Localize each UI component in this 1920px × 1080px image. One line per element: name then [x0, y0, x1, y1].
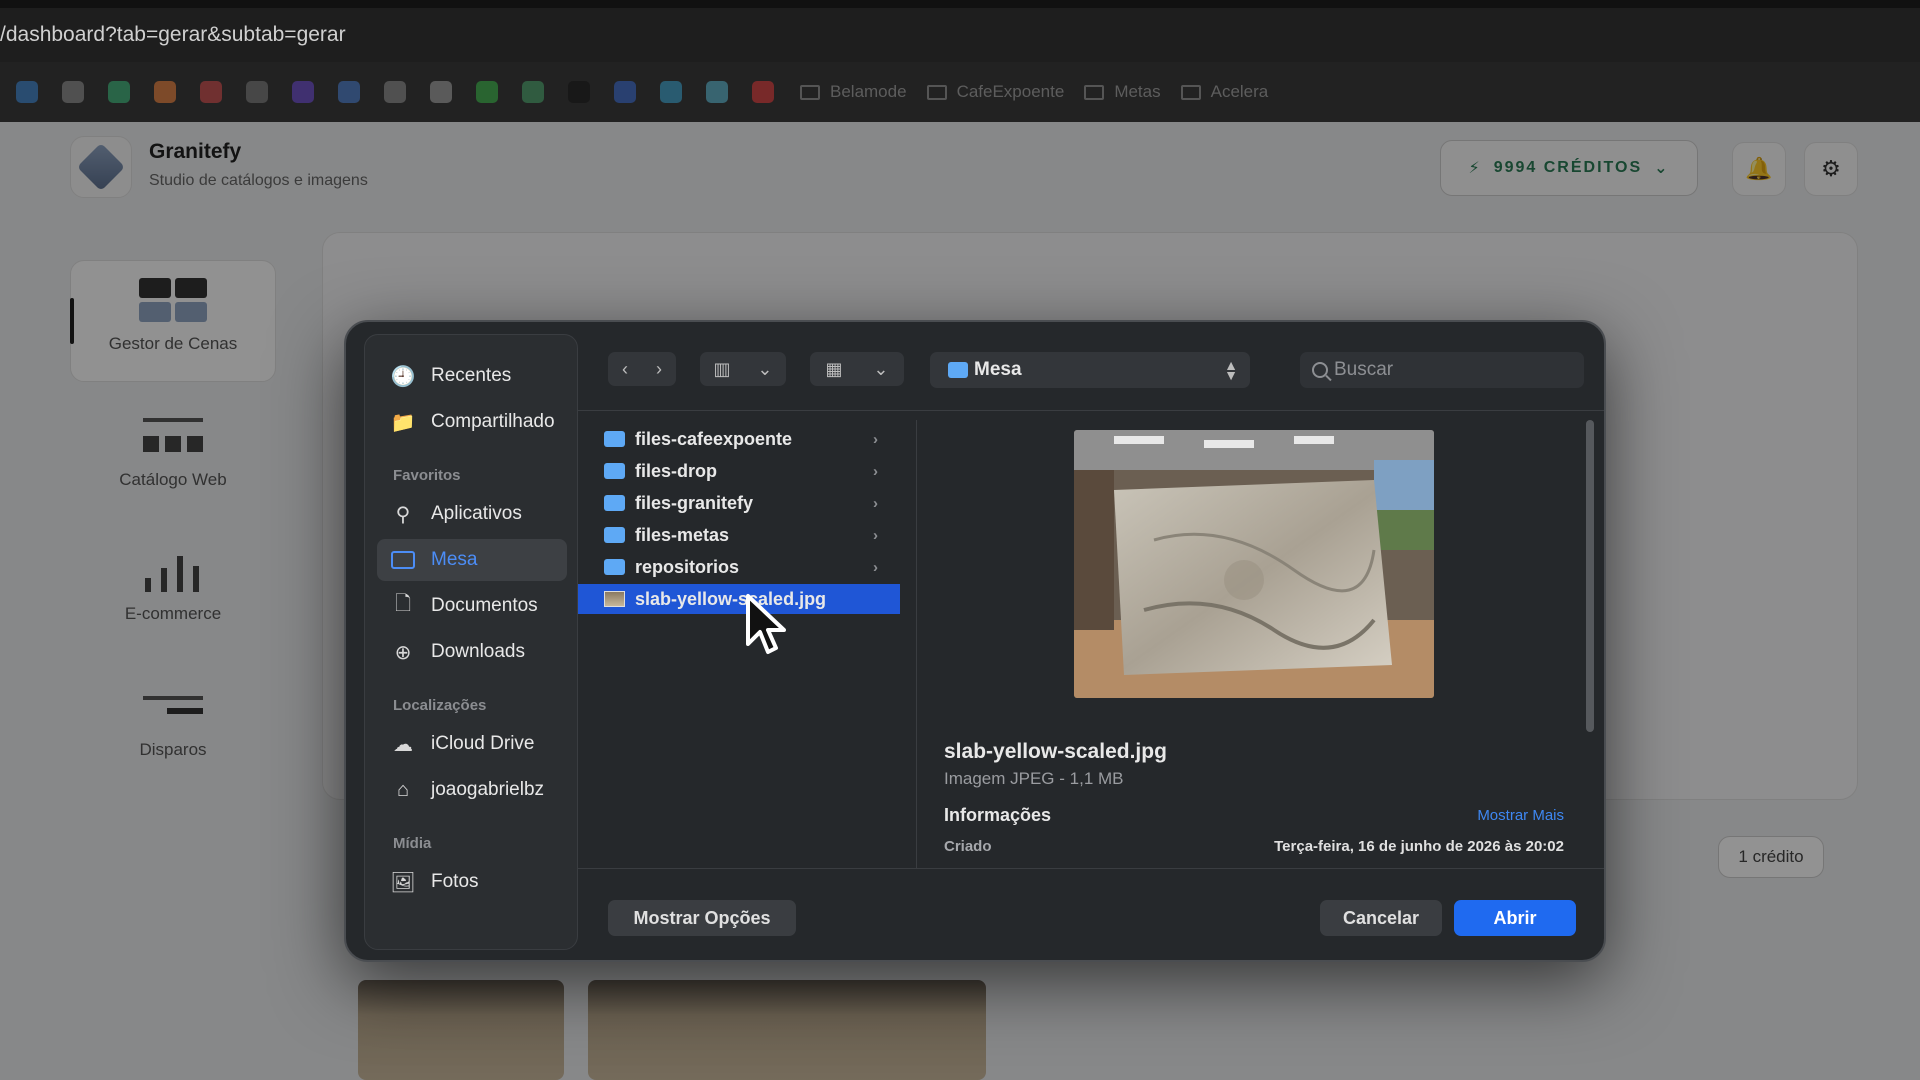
app-icon[interactable] [752, 81, 774, 103]
file-open-dialog: 🕘 Recentes 📁 Compartilhado Favoritos ⚲ Apli… [344, 320, 1606, 962]
app-icon[interactable] [154, 81, 176, 103]
folder-icon [800, 84, 820, 100]
updown-chevron-icon: ▲ ▼ [1224, 357, 1238, 383]
chevron-down-icon: ⌄ [873, 358, 889, 379]
sidebar-item-aplicativos[interactable]: ⚲ Aplicativos [377, 493, 567, 535]
preview-scrollbar[interactable] [1586, 420, 1594, 732]
folder-icon [1084, 84, 1105, 100]
folder-icon [604, 463, 625, 479]
app-icon[interactable] [338, 81, 360, 103]
cancel-button[interactable]: Cancelar [1320, 900, 1442, 936]
bookmark-folder[interactable]: CafeExpoente [926, 82, 1064, 102]
sidebar-item-mesa[interactable]: Mesa [377, 539, 567, 581]
folder-icon [604, 431, 625, 447]
app-icon[interactable] [384, 81, 406, 103]
dialog-sidebar: 🕘 Recentes 📁 Compartilhado Favoritos ⚲ Apli… [364, 334, 578, 950]
apps-icon: ⚲ [395, 503, 411, 526]
chevron-right-icon: › [873, 462, 878, 480]
bookmark-folder[interactable]: Acelera [1180, 82, 1268, 102]
nav-back-forward[interactable]: ‹ › [608, 352, 676, 386]
media-heading: Mídia [393, 835, 432, 852]
sidebar-item-compartilhado[interactable]: 📁 Compartilhado [377, 401, 567, 443]
sidebar-item-fotos[interactable]: 🖼 Fotos [377, 861, 567, 903]
file-column: files-cafeexpoente › files-drop › files-… [578, 420, 902, 868]
sidebar-item-icloud-drive[interactable]: ☁ iCloud Drive [377, 723, 567, 765]
list-item-folder[interactable]: files-metas › [578, 520, 900, 550]
list-item-folder[interactable]: files-cafeexpoente › [578, 424, 900, 454]
app-icon[interactable] [660, 81, 682, 103]
footer-divider [578, 868, 1604, 869]
sidebar-item-documentos[interactable]: 🗋 Documentos [377, 585, 567, 627]
folder-icon [926, 84, 947, 100]
locations-heading: Localizações [393, 697, 487, 714]
file-preview-image [1074, 430, 1434, 698]
created-value: Terça-feira, 16 de junho de 2026 às 20:0… [1274, 838, 1564, 855]
sidebar-item-downloads[interactable]: ⊕ Downloads [377, 631, 567, 673]
app-icon[interactable] [568, 81, 590, 103]
open-button[interactable]: Abrir [1454, 900, 1576, 936]
chevron-down-icon: ⌄ [757, 358, 773, 379]
folder-icon [604, 495, 625, 511]
document-icon: 🗋 [394, 593, 412, 615]
clock-icon: 🕘 [390, 365, 416, 388]
chevron-right-icon: › [873, 494, 878, 512]
favorites-heading: Favoritos [393, 467, 461, 484]
list-item-folder[interactable]: repositorios › [578, 552, 900, 582]
url-bar[interactable]: /dashboard?tab=gerar&subtab=gerar [0, 8, 1920, 62]
search-icon [1312, 362, 1328, 378]
group-button[interactable]: ▦ ⌄ [810, 352, 904, 386]
column-divider[interactable] [916, 420, 917, 868]
show-more-link[interactable]: Mostrar Mais [1477, 807, 1564, 824]
list-item-selected-file[interactable]: slab-yellow-scaled.jpg [578, 584, 900, 614]
app-icon[interactable] [706, 81, 728, 103]
linkedin-icon[interactable] [16, 81, 38, 103]
grid-icon: ▦ [825, 358, 843, 379]
download-icon: ⊕ [394, 641, 412, 664]
list-item-folder[interactable]: files-drop › [578, 456, 900, 486]
chevron-right-icon: › [873, 526, 878, 544]
folder-icon [948, 362, 968, 378]
image-file-icon [604, 591, 625, 607]
url-text: /dashboard?tab=gerar&subtab=gerar [0, 23, 346, 46]
folder-icon [1180, 84, 1201, 100]
preview-file-type: Imagem JPEG - 1,1 MB [944, 769, 1124, 788]
folder-icon [604, 559, 625, 575]
bookmark-folder[interactable]: Metas [1084, 82, 1161, 102]
columns-icon: ▥ [713, 358, 731, 379]
show-options-button[interactable]: Mostrar Opções [608, 900, 796, 936]
mouse-cursor-icon [744, 592, 788, 663]
view-mode-button[interactable]: ▥ ⌄ [700, 352, 786, 386]
chevron-right-icon: › [873, 430, 878, 448]
photos-icon: 🖼 [390, 871, 416, 894]
bookmark-folder[interactable]: Belamode [800, 82, 907, 102]
folder-icon [604, 527, 625, 543]
created-label: Criado [944, 838, 992, 855]
list-item-folder[interactable]: files-granitefy › [578, 488, 900, 518]
search-field[interactable]: Buscar [1300, 352, 1584, 388]
chevron-right-icon: › [873, 558, 878, 576]
preview-file-name: slab-yellow-scaled.jpg [944, 740, 1167, 763]
app-icon[interactable] [200, 81, 222, 103]
app-icon[interactable] [476, 81, 498, 103]
desktop-icon [389, 546, 417, 574]
chevron-left-icon[interactable]: ‹ [622, 359, 628, 380]
sidebar-item-recentes[interactable]: 🕘 Recentes [377, 355, 567, 397]
app-icon[interactable] [246, 81, 268, 103]
sidebar-item-home[interactable]: ⌂ joaogabrielbz [377, 769, 567, 811]
app-icon[interactable] [522, 81, 544, 103]
app-icon[interactable] [614, 81, 636, 103]
file-icon[interactable] [62, 81, 84, 103]
location-popup[interactable]: Mesa ▲ ▼ [930, 352, 1250, 388]
app-icon[interactable] [108, 81, 130, 103]
shared-folder-icon: 📁 [390, 411, 416, 434]
github-icon[interactable] [430, 81, 452, 103]
chevron-right-icon[interactable]: › [656, 359, 662, 380]
info-heading: Informações [944, 805, 1052, 825]
browser-top-strip [0, 0, 1920, 8]
app-icon[interactable] [292, 81, 314, 103]
home-icon: ⌂ [396, 778, 410, 801]
cloud-icon: ☁ [393, 733, 413, 756]
bookmarks-bar: Belamode CafeExpoente Metas Acelera [0, 62, 1920, 122]
toolbar-divider [578, 410, 1604, 411]
